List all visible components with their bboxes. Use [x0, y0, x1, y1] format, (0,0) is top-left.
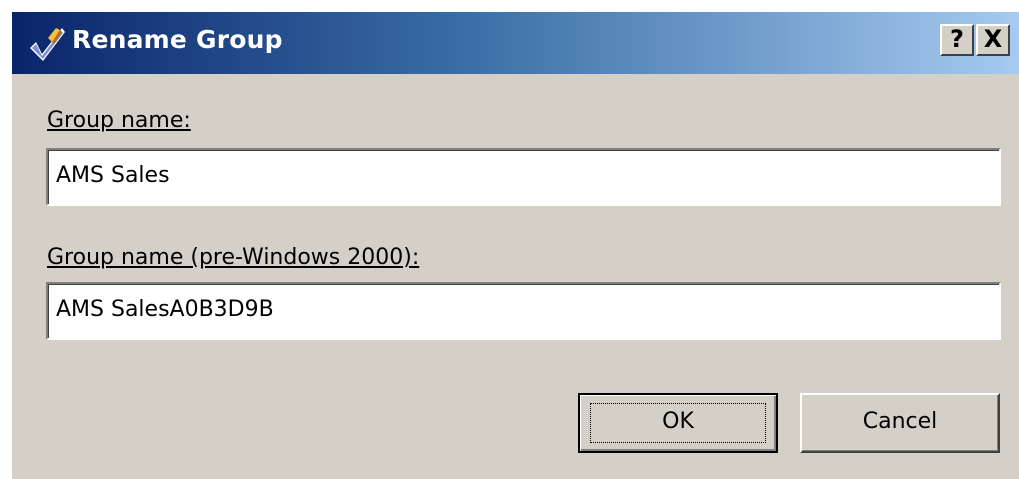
ok-button-label: OK: [662, 409, 694, 434]
group-name-pre2000-label: Group name (pre-Windows 2000):: [47, 245, 419, 270]
help-button[interactable]: ?: [940, 24, 974, 56]
window-title: Rename Group: [72, 25, 283, 54]
group-name-pre2000-input[interactable]: AMS SalesA0B3D9B: [46, 282, 1001, 340]
group-name-pre2000-label-text: Group name (pre-Windows 2000):: [47, 245, 420, 270]
group-name-input[interactable]: AMS Sales: [46, 148, 1001, 206]
group-name-label: Group name:: [47, 108, 191, 133]
title-bar[interactable]: Rename Group ? X: [12, 12, 1019, 74]
ok-button[interactable]: OK: [578, 393, 778, 453]
rename-pencil-icon: [26, 24, 66, 64]
cancel-button[interactable]: Cancel: [800, 393, 1000, 453]
close-button[interactable]: X: [976, 24, 1010, 56]
rename-group-dialog: Rename Group ? X Group name: AMS Sales G…: [10, 10, 1019, 479]
group-name-label-text: Group name:: [47, 108, 191, 133]
